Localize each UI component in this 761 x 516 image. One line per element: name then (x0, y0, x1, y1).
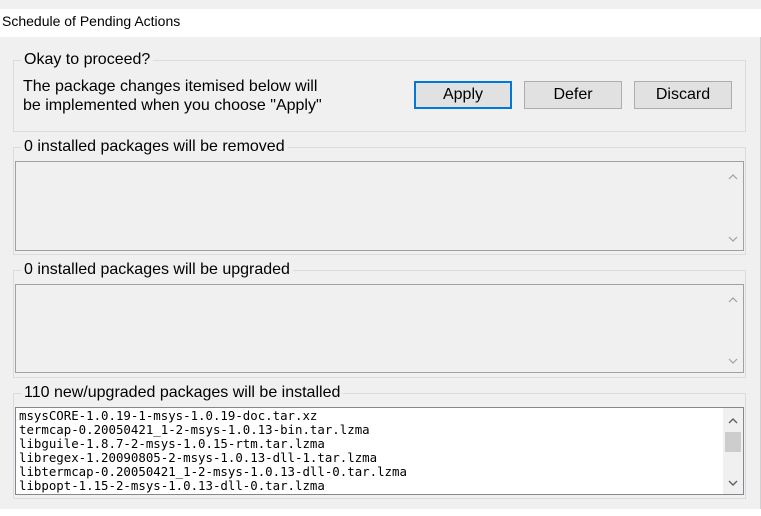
list-item[interactable]: libguile-1.8.7-2-msys-1.0.15-rtm.tar.lzm… (19, 437, 721, 451)
removed-list[interactable] (15, 161, 744, 251)
proceed-message-line2: be implemented when you choose "Apply" (23, 97, 322, 114)
dialog-body: Okay to proceed? The package changes ite… (0, 37, 761, 509)
removed-list-scrollbar[interactable] (723, 162, 743, 250)
upgraded-list-scrollbar[interactable] (723, 285, 743, 372)
installed-list[interactable]: msysCORE-1.0.19-1-msys-1.0.19-doc.tar.xz… (15, 407, 744, 495)
installed-list-scrollbar[interactable] (723, 408, 743, 494)
chevron-up-icon[interactable] (723, 412, 743, 430)
discard-button[interactable]: Discard (634, 81, 732, 109)
list-item[interactable]: libpopt-1.15-2-msys-1.0.13-dll-0.tar.lzm… (19, 479, 721, 493)
apply-button[interactable]: Apply (414, 81, 512, 109)
proceed-legend: Okay to proceed? (21, 50, 154, 70)
chevron-down-icon[interactable] (723, 352, 743, 370)
removed-legend: 0 installed packages will be removed (21, 137, 288, 157)
list-item[interactable]: msysCORE-1.0.19-1-msys-1.0.19-doc.tar.xz (19, 409, 721, 423)
installed-list-items: msysCORE-1.0.19-1-msys-1.0.19-doc.tar.xz… (19, 409, 721, 493)
chevron-up-icon[interactable] (723, 168, 743, 186)
chevron-down-icon[interactable] (723, 474, 743, 492)
upgraded-list[interactable] (15, 284, 744, 373)
chevron-down-icon[interactable] (723, 230, 743, 248)
title-bar: Schedule of Pending Actions (0, 9, 761, 37)
list-item[interactable]: libregex-1.20090805-2-msys-1.0.13-dll-1.… (19, 451, 721, 465)
background-window-bottom (0, 509, 761, 516)
chevron-up-icon[interactable] (723, 291, 743, 309)
upgraded-legend: 0 installed packages will be upgraded (21, 260, 293, 280)
installed-legend: 110 new/upgraded packages will be instal… (21, 383, 344, 403)
window-title: Schedule of Pending Actions (2, 13, 181, 29)
list-item[interactable]: libtermcap-0.20050421_1-2-msys-1.0.13-dl… (19, 465, 721, 479)
scrollbar-thumb[interactable] (725, 432, 741, 452)
proceed-message-line1: The package changes itemised below will (23, 78, 318, 95)
list-item[interactable]: termcap-0.20050421_1-2-msys-1.0.13-bin.t… (19, 423, 721, 437)
defer-button[interactable]: Defer (524, 81, 622, 109)
